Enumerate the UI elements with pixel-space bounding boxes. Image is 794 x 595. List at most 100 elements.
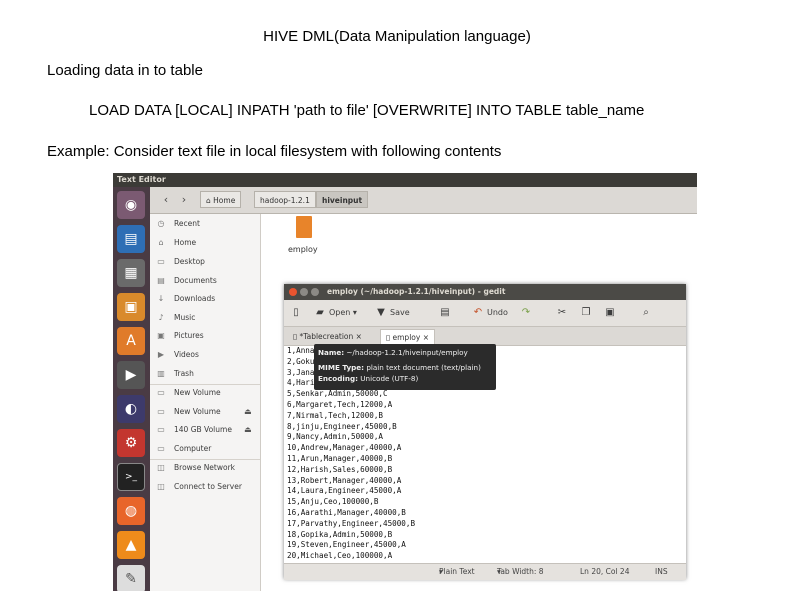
breadcrumb-hiveinput[interactable]: hiveinput — [316, 191, 369, 208]
breadcrumb-label: hiveinput — [322, 196, 363, 205]
sidebar-item-music[interactable]: ♪ Music — [150, 310, 260, 326]
sidebar-label: New Volume — [174, 388, 221, 397]
language-selector[interactable]: Plain Text ▾ — [439, 564, 475, 580]
text-line: 20,Michael,Ceo,100000,A — [287, 551, 393, 561]
ubuntu-screenshot: Text Editor ◉ ▤ ▦ ▣ A ▶ ◐ ⚙ >_ ◍ ▲ ✎ ‹ ›… — [113, 173, 697, 591]
sidebar-label: Home — [174, 238, 197, 247]
downloads-icon: ↓ — [157, 294, 165, 303]
documents-icon: ▤ — [157, 276, 165, 285]
videos-icon: ▶ — [157, 350, 165, 359]
firefox-icon[interactable]: ◍ — [117, 497, 145, 525]
tooltip-name-value: ~/hadoop-1.2.1/hiveinput/employ — [346, 348, 468, 357]
trash-icon: ▥ — [157, 369, 165, 378]
sidebar-label: Documents — [174, 276, 217, 285]
text-line: 17,Parvathy,Engineer,45000,B — [287, 518, 416, 528]
editor-icon[interactable]: ✎ — [117, 565, 145, 591]
search-icon: ⌕ — [643, 307, 649, 318]
breadcrumb-hadoop[interactable]: hadoop-1.2.1 — [254, 191, 316, 208]
file-tooltip: Name: ~/hadoop-1.2.1/hiveinput/employ MI… — [314, 344, 496, 390]
undo-label: Undo — [487, 308, 508, 317]
cut-button[interactable]: ✂ — [556, 304, 571, 322]
slide-title: HIVE DML(Data Manipulation language) — [263, 28, 531, 45]
vlc-icon[interactable]: ▲ — [117, 531, 145, 559]
eject-icon[interactable]: ⏏ — [244, 404, 252, 420]
sidebar-label: Browse Network — [174, 463, 236, 472]
sidebar-item-new-volume[interactable]: ▭ New Volume — [150, 385, 260, 401]
server-icon: ◫ — [157, 482, 165, 491]
text-line: 5,Senkar,Admin,50000,C — [287, 389, 388, 399]
sidebar-item-home[interactable]: ⌂ Home — [150, 235, 260, 251]
redo-button[interactable]: ↷ — [520, 304, 535, 322]
close-icon[interactable] — [289, 288, 297, 296]
ubuntu-icon[interactable]: ◉ — [117, 191, 145, 219]
find-button[interactable]: ⌕ — [640, 304, 655, 322]
print-button[interactable]: ▤ — [439, 304, 454, 322]
save-button[interactable]: ▼ Save — [375, 304, 410, 322]
tooltip-mime-label: MIME Type: — [318, 363, 365, 372]
gedit-title: employ (~/hadoop-1.2.1/hiveinput) - gedi… — [327, 287, 506, 296]
sidebar-label: Downloads — [174, 294, 216, 303]
breadcrumb-label: Home — [213, 196, 236, 205]
sidebar-item-140gb-volume[interactable]: ▭ 140 GB Volume ⏏ — [150, 422, 260, 438]
tooltip-encoding-value: Unicode (UTF-8) — [360, 374, 419, 383]
tab-employ[interactable]: ▯ employ × — [380, 329, 435, 344]
sidebar-item-trash[interactable]: ▥ Trash — [150, 366, 260, 382]
syntax-line: LOAD DATA [LOCAL] INPATH 'path to file' … — [89, 102, 645, 119]
sidebar-item-desktop[interactable]: ▭ Desktop — [150, 254, 260, 270]
undo-button[interactable]: ↶ Undo — [472, 304, 508, 322]
computer-icon: ▭ — [157, 444, 165, 453]
pictures-icon: ▣ — [157, 331, 165, 340]
new-file-button[interactable]: ▯ — [290, 304, 305, 322]
settings-icon[interactable]: ⚙ — [117, 429, 145, 457]
launcher: ◉ ▤ ▦ ▣ A ▶ ◐ ⚙ >_ ◍ ▲ ✎ — [113, 187, 150, 591]
terminal-icon[interactable]: >_ — [117, 463, 145, 491]
sidebar-item-documents[interactable]: ▤ Documents — [150, 273, 260, 289]
text-line: 9,Nancy,Admin,50000,A — [287, 432, 384, 442]
back-icon[interactable]: ‹ — [158, 192, 174, 208]
places-sidebar: ◷ Recent ⌂ Home ▭ Desktop ▤ Documents ↓ Downl… — [150, 214, 261, 591]
forward-icon[interactable]: › — [176, 192, 192, 208]
close-icon[interactable]: × — [423, 333, 429, 342]
software-center-icon[interactable]: A — [117, 327, 145, 355]
sidebar-item-recent[interactable]: ◷ Recent — [150, 216, 260, 232]
sidebar-item-computer[interactable]: ▭ Computer — [150, 441, 260, 457]
tooltip-mime-value: plain text document (text/plain) — [366, 363, 481, 372]
language-label: Plain Text — [439, 567, 475, 576]
sidebar-item-new-volume-2[interactable]: ▭ New Volume ⏏ — [150, 404, 260, 420]
calc-icon[interactable]: ▦ — [117, 259, 145, 287]
video-icon[interactable]: ▶ — [117, 361, 145, 389]
sidebar-item-browse-network[interactable]: ◫ Browse Network — [150, 460, 260, 476]
tab-label: *Tablecreation — [299, 332, 354, 341]
copy-icon: ❐ — [581, 307, 591, 318]
tab-width-selector[interactable]: Tab Width: 8 ▾ — [497, 564, 544, 580]
copy-button[interactable]: ❐ — [580, 304, 595, 322]
sidebar-item-pictures[interactable]: ▣ Pictures — [150, 328, 260, 344]
maximize-icon[interactable] — [311, 288, 319, 296]
sidebar-item-connect-server[interactable]: ◫ Connect to Server — [150, 479, 260, 495]
paste-button[interactable]: ▣ — [604, 304, 619, 322]
breadcrumb-home[interactable]: ⌂ Home — [200, 191, 242, 208]
close-icon[interactable]: × — [356, 332, 362, 341]
minimize-icon[interactable] — [300, 288, 308, 296]
tab-tablecreation[interactable]: ▯ *Tablecreation × — [288, 329, 367, 344]
home-icon: ⌂ — [158, 238, 164, 247]
file-label[interactable]: employ — [288, 245, 318, 254]
impress-icon[interactable]: ▣ — [117, 293, 145, 321]
folder-icon: ▰ — [316, 307, 324, 318]
text-file-icon[interactable] — [296, 216, 312, 238]
sidebar-label: Music — [174, 313, 196, 322]
text-line: 15,Anju,Ceo,100000,B — [287, 497, 379, 507]
tooltip-encoding-label: Encoding: — [318, 374, 358, 383]
paste-icon: ▣ — [605, 307, 615, 318]
sidebar-item-videos[interactable]: ▶ Videos — [150, 347, 260, 363]
music-icon: ♪ — [158, 313, 164, 322]
sidebar-label: Trash — [174, 369, 194, 378]
eject-icon[interactable]: ⏏ — [244, 422, 252, 438]
text-line: 16,Aarathi,Manager,40000,B — [287, 508, 406, 517]
eclipse-icon[interactable]: ◐ — [117, 395, 145, 423]
sidebar-item-downloads[interactable]: ↓ Downloads — [150, 291, 260, 307]
open-button[interactable]: ▰ Open ▾ — [314, 304, 357, 322]
writer-icon[interactable]: ▤ — [117, 225, 145, 253]
gedit-titlebar: employ (~/hadoop-1.2.1/hiveinput) - gedi… — [284, 284, 686, 300]
save-label: Save — [390, 308, 410, 317]
